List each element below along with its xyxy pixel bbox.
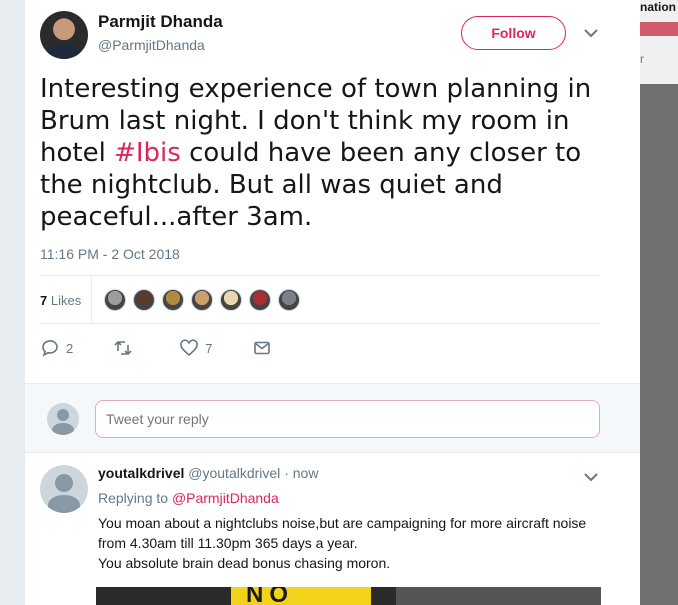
- divider: [91, 276, 93, 324]
- likes-count-link[interactable]: 7 Likes: [40, 293, 81, 308]
- avatar-shirt: [48, 43, 80, 59]
- likes-count-label: Likes: [50, 292, 82, 308]
- liker-avatar-1[interactable]: [104, 289, 127, 311]
- hashtag-link[interactable]: #Ibis: [114, 138, 181, 168]
- tweet-timestamp[interactable]: 11:16 PM - 2 Oct 2018: [40, 246, 180, 262]
- author-handle[interactable]: @ParmjitDhanda: [98, 37, 205, 53]
- reply-author-name[interactable]: youtalkdrivel: [98, 465, 184, 481]
- reply-count: 2: [66, 340, 74, 356]
- liker-avatar-2[interactable]: [133, 289, 156, 311]
- reply-author-handle[interactable]: @youtalkdrivel: [188, 465, 280, 481]
- liker-avatar-3[interactable]: [162, 289, 185, 311]
- default-avatar-body: [48, 495, 80, 513]
- tweet-permalink-card: Parmjit Dhanda @ParmjitDhanda Follow Int…: [25, 0, 640, 605]
- side-panel-edge: nation r: [640, 0, 678, 605]
- replying-to-label: Replying to: [98, 490, 169, 506]
- liker-avatar-6[interactable]: [249, 289, 272, 311]
- heart-icon: [180, 339, 199, 357]
- user-avatar: [47, 403, 79, 435]
- envelope-icon: [254, 341, 271, 355]
- side-panel-accent-bar: [640, 22, 678, 36]
- reply-header: youtalkdrivel @youtalkdrivel · now: [98, 465, 318, 481]
- reply-text: You moan about a nightclubs noise,but ar…: [98, 513, 608, 573]
- divider: [40, 323, 600, 324]
- replying-to: Replying to @ParmjitDhanda: [98, 490, 279, 506]
- author-avatar[interactable]: [40, 11, 88, 59]
- likers-avatars: [104, 289, 307, 311]
- reply-timestamp[interactable]: now: [293, 465, 319, 481]
- like-action[interactable]: 7: [179, 338, 212, 358]
- reply-author-avatar[interactable]: [40, 465, 88, 513]
- side-panel-box: r: [640, 36, 678, 84]
- liker-avatar-7[interactable]: [278, 289, 301, 311]
- author-name[interactable]: Parmjit Dhanda: [98, 12, 223, 32]
- tweet-text: Interesting experience of town planning …: [40, 73, 610, 233]
- reply-media-image[interactable]: NO: [96, 587, 601, 605]
- default-avatar-body: [52, 423, 74, 435]
- reply-text-line: You absolute brain dead bonus chasing mo…: [98, 555, 391, 571]
- follow-button[interactable]: Follow: [461, 16, 566, 50]
- reply-text-line: You moan about a nightclubs noise,but ar…: [98, 515, 587, 551]
- separator-dot: ·: [284, 465, 289, 481]
- tweet-actions: 2 7: [40, 336, 318, 360]
- likes-summary: 7 Likes: [40, 276, 600, 324]
- mention-link[interactable]: @ParmjitDhanda: [172, 490, 279, 506]
- media-background: [396, 587, 601, 605]
- side-panel-header: nation: [640, 0, 678, 22]
- liker-avatar-5[interactable]: [220, 289, 243, 311]
- side-panel-title: nation: [640, 0, 676, 14]
- direct-message-action[interactable]: [252, 338, 278, 358]
- reply-composer: [25, 383, 640, 453]
- chevron-down-icon[interactable]: [582, 26, 600, 40]
- like-count: 7: [205, 340, 213, 356]
- default-avatar-head: [55, 474, 73, 492]
- liker-avatar-4[interactable]: [191, 289, 214, 311]
- reply-icon: [42, 340, 58, 357]
- reply-tweet[interactable]: youtalkdrivel @youtalkdrivel · now Reply…: [25, 454, 640, 605]
- reply-input[interactable]: [95, 400, 600, 438]
- reply-action[interactable]: 2: [40, 338, 73, 358]
- side-panel-text: r: [640, 52, 644, 66]
- likes-count-number: 7: [40, 292, 48, 308]
- default-avatar-head: [57, 409, 69, 421]
- media-sign-text: NO: [246, 587, 294, 605]
- chevron-down-icon[interactable]: [582, 470, 600, 484]
- retweet-icon: [114, 340, 132, 356]
- retweet-action[interactable]: [113, 338, 139, 358]
